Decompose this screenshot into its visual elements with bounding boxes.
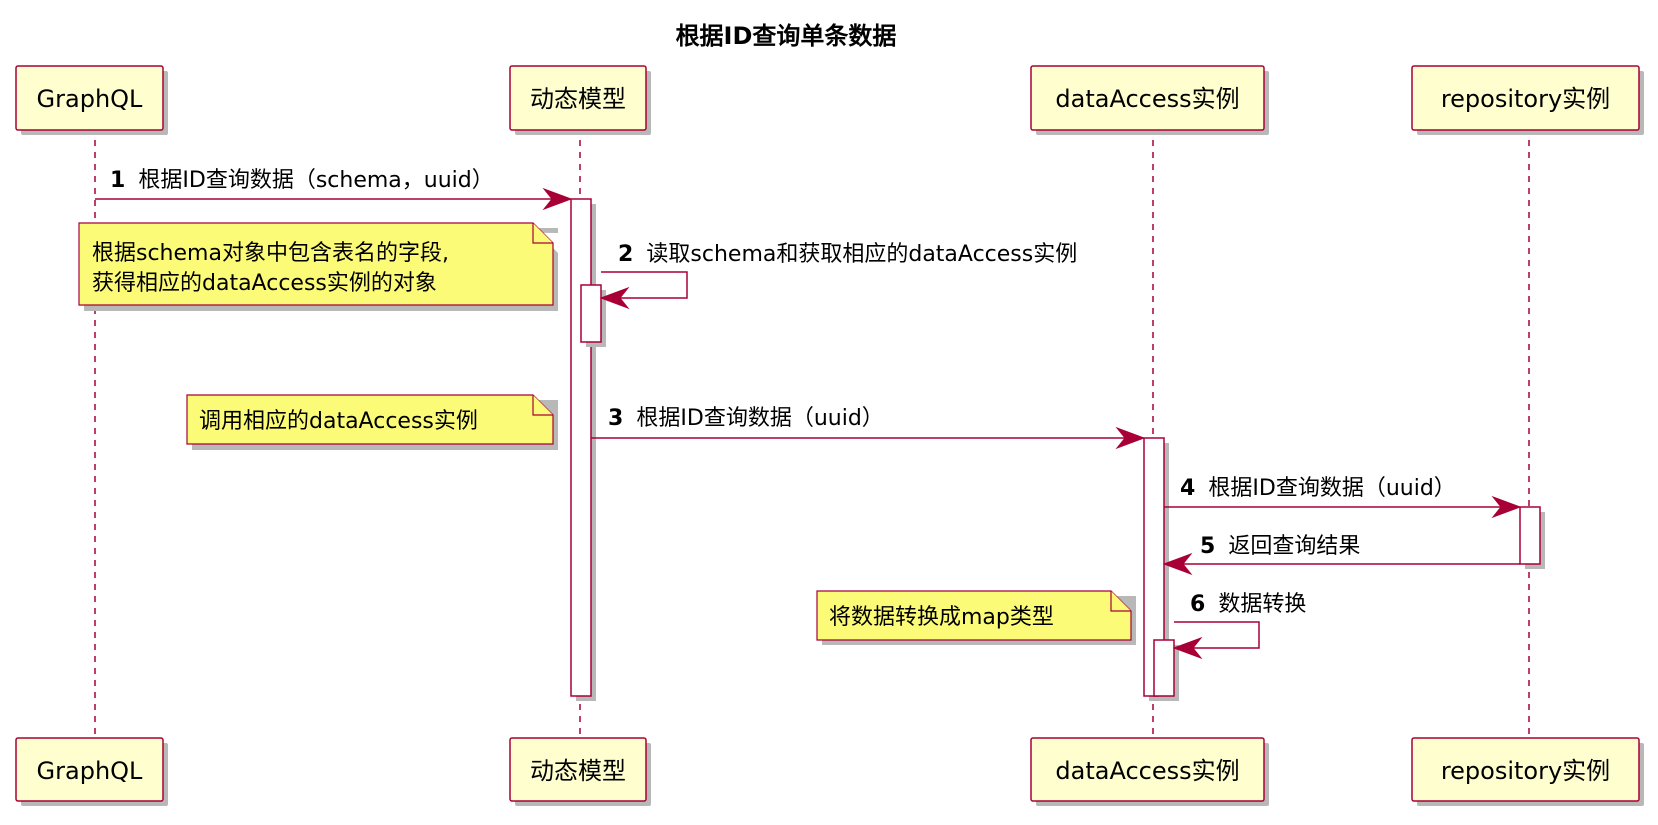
message-4: 4 根据ID查询数据（uuid） [1164,476,1522,519]
message-5: 5 返回查询结果 [1162,534,1520,576]
message-number: 6 [1190,592,1205,617]
participant-graphql-top: GraphQL [15,65,168,135]
participant-label: repository实例 [1441,85,1610,113]
participant-dynamic-model-bottom: 动态模型 [509,737,651,806]
svg-text:1 根据ID查询数据（schema，uuid）: 1 根据ID查询数据（schema，uuid） [110,168,494,193]
note-1: 根据schema对象中包含表名的字段, 获得相应的dataAccess实例的对象 [78,222,558,311]
participant-dataaccess-bottom: dataAccess实例 [1030,737,1269,806]
message-label: 读取schema和获取相应的dataAccess实例 [646,242,1077,267]
message-label: 数据转换 [1218,592,1306,617]
message-1: 1 根据ID查询数据（schema，uuid） [95,168,573,211]
note-line: 根据schema对象中包含表名的字段, [92,241,449,266]
message-label: 根据ID查询数据（uuid） [1208,476,1455,501]
message-6: 6 数据转换 [1172,592,1306,660]
participant-label: GraphQL [37,85,144,113]
message-number: 4 [1180,476,1195,501]
message-label: 根据ID查询数据（uuid） [636,406,883,431]
message-number: 5 [1200,534,1215,559]
message-label: 返回查询结果 [1228,534,1360,559]
svg-text:6 数据转换: 6 数据转换 [1190,592,1306,617]
participant-graphql-bottom: GraphQL [15,737,168,806]
participant-label: dataAccess实例 [1055,757,1239,785]
message-2: 2 读取schema和获取相应的dataAccess实例 [599,242,1077,310]
note-line: 获得相应的dataAccess实例的对象 [92,271,437,296]
participant-repository-top: repository实例 [1411,65,1644,135]
diagram-title: 根据ID查询单条数据 [676,22,897,50]
activation-dynamic-model-nested [580,284,602,343]
message-label: 根据ID查询数据（schema，uuid） [138,168,493,193]
note-line: 调用相应的dataAccess实例 [199,409,478,434]
participant-label: repository实例 [1441,757,1610,785]
sequence-diagram: 根据ID查询单条数据 GraphQL 动态模型 dataAccess实例 rep… [15,22,1644,806]
participant-label: 动态模型 [530,757,626,785]
svg-text:5 返回查询结果: 5 返回查询结果 [1200,534,1360,559]
participant-label: GraphQL [37,757,144,785]
note-2: 调用相应的dataAccess实例 [186,394,558,450]
note-line: 将数据转换成map类型 [829,605,1054,630]
svg-text:4 根据ID查询数据（uuid）: 4 根据ID查询数据（uuid） [1180,476,1456,501]
participant-dataaccess-top: dataAccess实例 [1030,65,1269,135]
message-number: 1 [110,168,125,193]
participant-dynamic-model-top: 动态模型 [509,65,651,135]
activation-repository [1519,506,1541,565]
participant-repository-bottom: repository实例 [1411,737,1644,806]
participant-label: 动态模型 [530,85,626,113]
note-3: 将数据转换成map类型 [816,590,1136,645]
participant-label: dataAccess实例 [1055,85,1239,113]
activation-dataaccess-nested [1153,639,1175,697]
message-number: 2 [618,242,633,267]
svg-text:3 根据ID查询数据（uuid）: 3 根据ID查询数据（uuid） [608,406,884,431]
svg-text:2 读取schema和获取相应的dataAcce: 2 读取schema和获取相应的dataAccess实例 [618,242,1077,267]
message-3: 3 根据ID查询数据（uuid） [591,406,1146,450]
message-number: 3 [608,406,623,431]
activation-dynamic-model [570,198,592,697]
